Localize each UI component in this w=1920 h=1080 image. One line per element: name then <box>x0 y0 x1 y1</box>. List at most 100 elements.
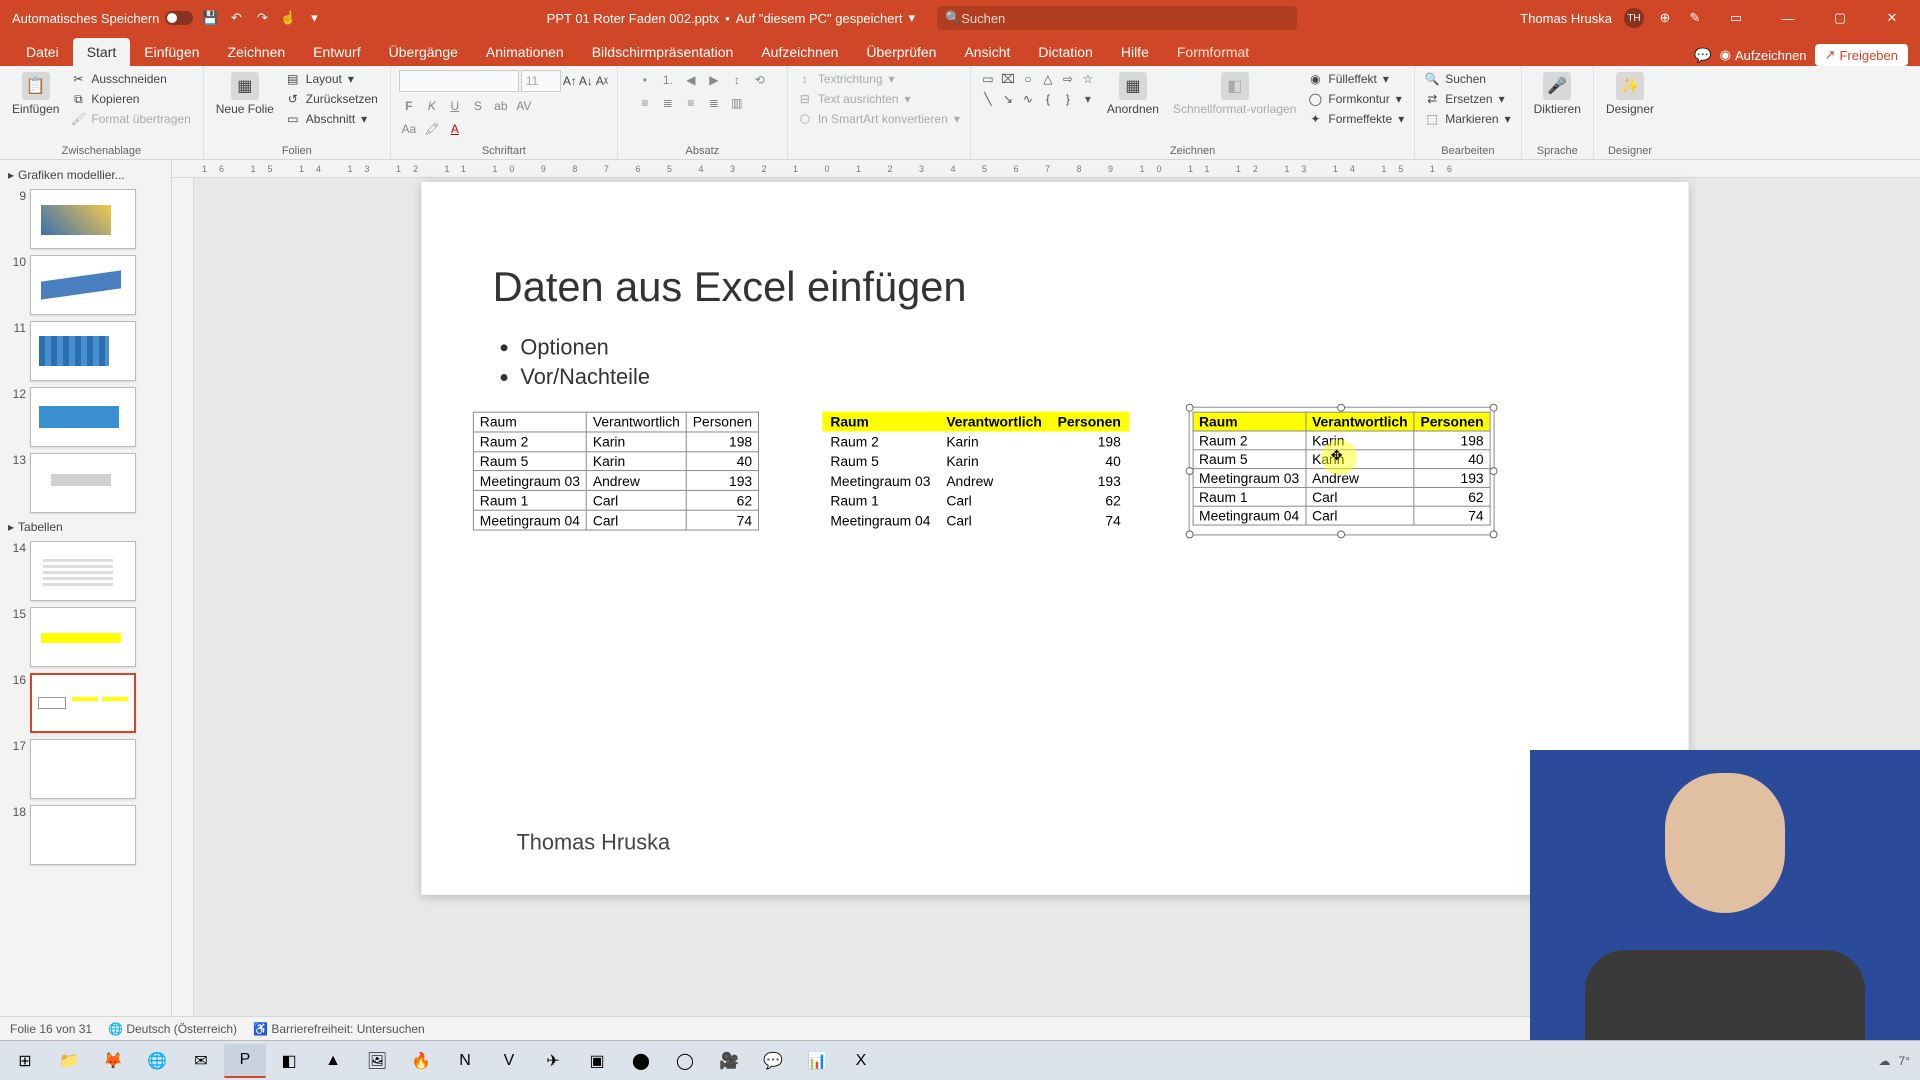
tab-animationen[interactable]: Animationen <box>472 38 578 66</box>
minimize-icon[interactable]: — <box>1768 0 1808 36</box>
tb-photos-icon[interactable]: 🖼 <box>356 1044 398 1078</box>
underline-button[interactable]: U <box>445 96 465 116</box>
indent-dec-button[interactable]: ◀ <box>681 70 701 90</box>
shape-circle-icon[interactable]: ○ <box>1019 70 1037 88</box>
touch-mode-icon[interactable]: ☝ <box>279 9 297 27</box>
dictate-button[interactable]: 🎤Diktieren <box>1530 70 1585 118</box>
clear-format-icon[interactable]: Aᵡ <box>595 74 609 88</box>
slide-thumbnails-panel[interactable]: ▸ Grafiken modellier... 9 10 11 12 13 ▸ … <box>0 160 172 1016</box>
search-input[interactable] <box>961 11 1289 26</box>
text-dir-button[interactable]: ⟲ <box>750 70 770 90</box>
thumb-13[interactable] <box>30 453 136 513</box>
justify-button[interactable]: ≣ <box>704 93 724 113</box>
sync-icon[interactable]: ⊕ <box>1656 9 1674 27</box>
thumb-15[interactable] <box>30 607 136 667</box>
lang-button[interactable]: 🌐 Deutsch (Österreich) <box>108 1022 237 1036</box>
tb-firefox-icon[interactable]: 🦊 <box>92 1044 134 1078</box>
autosave-toggle[interactable]: Automatisches Speichern <box>12 11 193 26</box>
start-button[interactable]: ⊞ <box>4 1044 46 1078</box>
tab-entwurf[interactable]: Entwurf <box>299 38 374 66</box>
cut-button[interactable]: ✂Ausschneiden <box>69 70 194 88</box>
section-header-1[interactable]: ▸ Grafiken modellier... <box>0 164 171 186</box>
tb-vlc-icon[interactable]: ▲ <box>312 1044 354 1078</box>
tb-app4-icon[interactable]: ◯ <box>664 1044 706 1078</box>
handle-e[interactable] <box>1490 467 1498 475</box>
tb-powerpoint-icon[interactable]: P <box>224 1044 266 1078</box>
replace-button[interactable]: ⇄Ersetzen ▾ <box>1423 90 1512 108</box>
handle-nw[interactable] <box>1185 404 1193 412</box>
tab-aufzeichnen[interactable]: Aufzeichnen <box>747 38 852 66</box>
thumb-18[interactable] <box>30 805 136 865</box>
section-button[interactable]: ▭Abschnitt ▾ <box>284 110 382 128</box>
bold-button[interactable]: F <box>399 96 419 116</box>
numbering-button[interactable]: 1. <box>658 70 678 90</box>
system-tray[interactable]: ☁ 7° <box>1879 1054 1916 1068</box>
shape-connector-icon[interactable]: ↘ <box>999 90 1017 108</box>
smartart-button[interactable]: ⬡In SmartArt konvertieren ▾ <box>796 110 962 128</box>
shape-star-icon[interactable]: ☆ <box>1079 70 1097 88</box>
tb-obs-icon[interactable]: ⬤ <box>620 1044 662 1078</box>
tb-telegram-icon[interactable]: ✈ <box>532 1044 574 1078</box>
table-2-yellow[interactable]: RaumVerantwortlichPersonen Raum 2Karin19… <box>822 412 1128 531</box>
tb-app2-icon[interactable]: 🔥 <box>400 1044 442 1078</box>
select-button[interactable]: ⬚Markieren ▾ <box>1423 110 1512 128</box>
accessibility-button[interactable]: ♿ Barrierefreiheit: Untersuchen <box>253 1022 425 1036</box>
align-center-button[interactable]: ≣ <box>658 93 678 113</box>
strike-button[interactable]: S <box>468 96 488 116</box>
layout-button[interactable]: ▤Layout ▾ <box>284 70 382 88</box>
thumb-16[interactable] <box>30 673 136 733</box>
handle-ne[interactable] <box>1490 404 1498 412</box>
fill-button[interactable]: ◉Fülleffekt ▾ <box>1306 70 1406 88</box>
shape-textbox-icon[interactable]: ⌧ <box>999 70 1017 88</box>
shape-triangle-icon[interactable]: △ <box>1039 70 1057 88</box>
paste-button[interactable]: 📋Einfügen <box>8 70 63 118</box>
comments-icon[interactable]: 💬 <box>1694 47 1711 64</box>
record-button[interactable]: ◉ Aufzeichnen <box>1720 47 1807 63</box>
tab-datei[interactable]: Datei <box>12 38 73 66</box>
table-3-selected[interactable]: RaumVerantwortlichPersonen Raum 2Karin19… <box>1192 412 1490 526</box>
handle-se[interactable] <box>1490 530 1498 538</box>
close-icon[interactable]: ✕ <box>1872 0 1912 36</box>
undo-icon[interactable]: ↶ <box>227 9 245 27</box>
thumb-10[interactable] <box>30 255 136 315</box>
handle-n[interactable] <box>1337 404 1345 412</box>
chevron-down-icon[interactable]: ▾ <box>908 10 915 26</box>
slide-title[interactable]: Daten aus Excel einfügen <box>493 263 967 311</box>
tb-zoom-icon[interactable]: 🎥 <box>708 1044 750 1078</box>
tab-uebergaenge[interactable]: Übergänge <box>375 38 472 66</box>
toggle-switch[interactable] <box>165 11 193 25</box>
search-box[interactable]: 🔍 <box>937 6 1297 30</box>
thumb-9[interactable] <box>30 189 136 249</box>
tab-ansicht[interactable]: Ansicht <box>950 38 1024 66</box>
align-text-button[interactable]: ⊟Text ausrichten ▾ <box>796 90 962 108</box>
shape-line-icon[interactable]: ╲ <box>979 90 997 108</box>
tab-zeichnen[interactable]: Zeichnen <box>214 38 300 66</box>
maximize-icon[interactable]: ▢ <box>1820 0 1860 36</box>
shape-arrow-icon[interactable]: ⇨ <box>1059 70 1077 88</box>
section-header-2[interactable]: ▸ Tabellen <box>0 516 171 538</box>
handle-sw[interactable] <box>1185 530 1193 538</box>
thumb-14[interactable] <box>30 541 136 601</box>
tb-outlook-icon[interactable]: ✉ <box>180 1044 222 1078</box>
weather-icon[interactable]: ☁ <box>1879 1054 1891 1068</box>
slide-canvas[interactable]: Daten aus Excel einfügen Optionen Vor/Na… <box>421 182 1688 895</box>
tab-formformat[interactable]: Formformat <box>1163 38 1263 66</box>
handle-s[interactable] <box>1337 530 1345 538</box>
spacing-button[interactable]: AV <box>514 96 534 116</box>
tab-ueberpruefen[interactable]: Überprüfen <box>852 38 950 66</box>
tab-einfuegen[interactable]: Einfügen <box>130 38 213 66</box>
table-1-plain[interactable]: RaumVerantwortlichPersonen Raum 2Karin19… <box>473 412 759 531</box>
align-left-button[interactable]: ≡ <box>635 93 655 113</box>
shadow-button[interactable]: ab <box>491 96 511 116</box>
tab-bildschirm[interactable]: Bildschirmpräsentation <box>578 38 748 66</box>
case-button[interactable]: Aa <box>399 119 419 139</box>
tb-app1-icon[interactable]: ◧ <box>268 1044 310 1078</box>
thumb-11[interactable] <box>30 321 136 381</box>
tab-start[interactable]: Start <box>73 38 131 66</box>
thumb-12[interactable] <box>30 387 136 447</box>
font-family-input[interactable] <box>399 70 519 92</box>
decrease-font-icon[interactable]: A↓ <box>579 74 593 88</box>
tb-explorer-icon[interactable]: 📁 <box>48 1044 90 1078</box>
arrange-button[interactable]: ▦Anordnen <box>1103 70 1163 118</box>
effects-button[interactable]: ✦Formeffekte ▾ <box>1306 110 1406 128</box>
